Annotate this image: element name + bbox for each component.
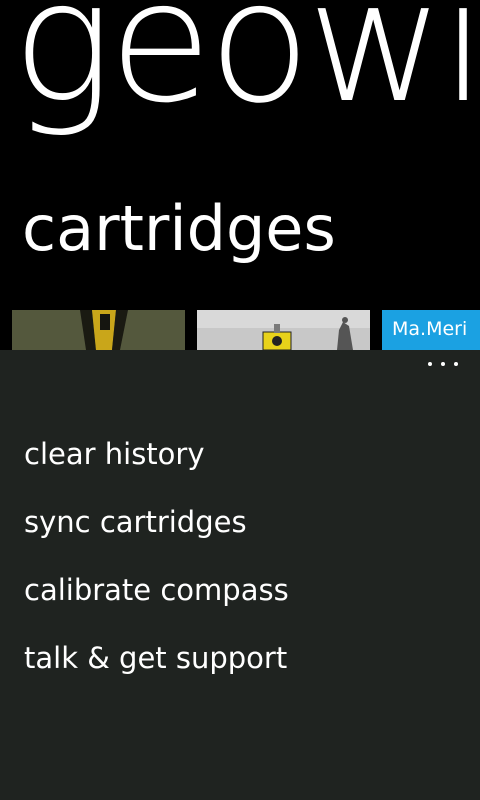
cartridge-thumbnail-image bbox=[197, 310, 370, 350]
ellipsis-dot bbox=[428, 362, 432, 366]
cartridge-label: Ma.Meri bbox=[392, 318, 468, 340]
ellipsis-dot bbox=[454, 362, 458, 366]
menu-item-talk-get-support[interactable]: talk & get support bbox=[24, 638, 289, 706]
phone-screen: geowi cartridges Ma.Meri clear history s… bbox=[0, 0, 480, 800]
app-bar: clear history sync cartridges calibrate … bbox=[0, 350, 480, 800]
menu-item-sync-cartridges[interactable]: sync cartridges bbox=[24, 502, 289, 570]
app-title: geowi bbox=[12, 0, 480, 140]
ellipsis-dot bbox=[441, 362, 445, 366]
cartridge-tile-1[interactable] bbox=[12, 310, 185, 350]
cartridge-tile-2[interactable] bbox=[197, 310, 370, 350]
page-title: cartridges bbox=[22, 192, 336, 265]
ellipsis-icon[interactable] bbox=[428, 356, 458, 372]
app-bar-menu: clear history sync cartridges calibrate … bbox=[24, 434, 289, 706]
cartridge-thumbnail-image bbox=[12, 310, 185, 350]
cartridge-tile-3[interactable]: Ma.Meri bbox=[382, 310, 480, 350]
menu-item-clear-history[interactable]: clear history bbox=[24, 434, 289, 502]
menu-item-calibrate-compass[interactable]: calibrate compass bbox=[24, 570, 289, 638]
